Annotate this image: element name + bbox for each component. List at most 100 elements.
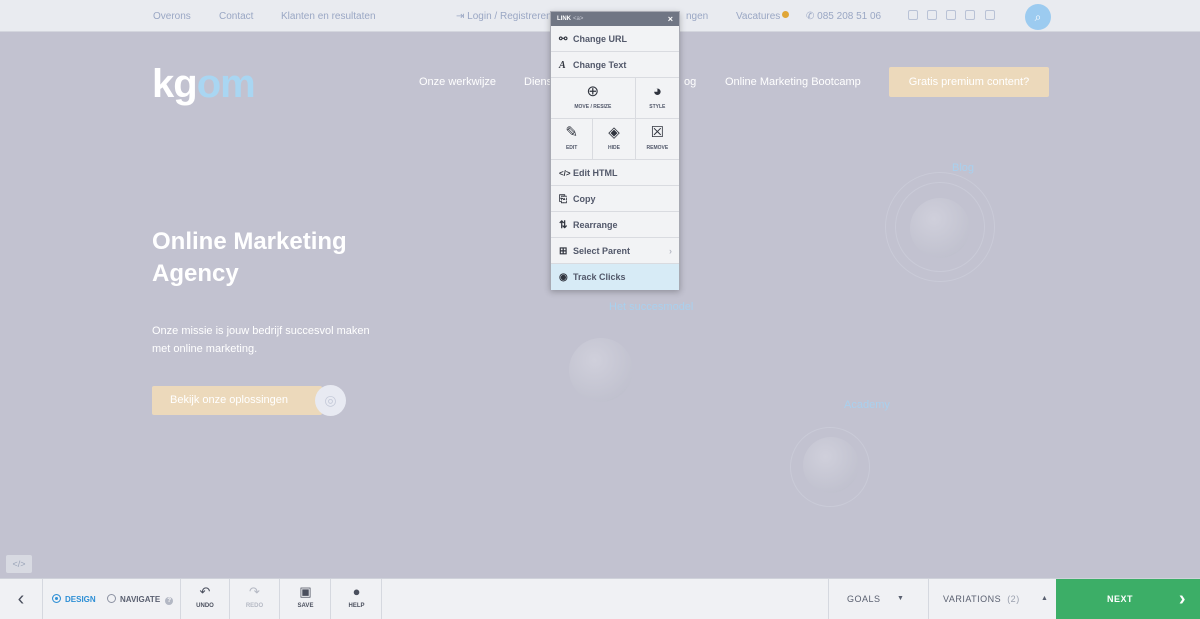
hide-label: HIDE bbox=[608, 145, 620, 151]
topbar-phone[interactable]: ✆ 085 208 51 06 bbox=[806, 11, 881, 22]
element-context-menu: LINK <a> × ⚯ Change URL A Change Text ⊕ MOV… bbox=[550, 11, 680, 290]
menu-item-label: Change URL bbox=[573, 34, 627, 44]
edit-label: EDIT bbox=[565, 145, 578, 151]
menu-item-change-text[interactable]: A Change Text bbox=[551, 52, 679, 78]
search-icon[interactable]: ⌕ bbox=[1025, 4, 1051, 30]
undo-button[interactable]: ↶ UNDO bbox=[180, 579, 230, 619]
menu-item-change-url[interactable]: ⚯ Change URL bbox=[551, 26, 679, 52]
planet-academy bbox=[803, 437, 859, 493]
next-button[interactable]: NEXT › bbox=[1056, 579, 1200, 619]
topbar-vacatures-link[interactable]: Vacatures bbox=[736, 11, 790, 22]
topbar-link-klanten[interactable]: Klanten en resultaten bbox=[281, 11, 376, 22]
vacatures-badge bbox=[782, 11, 790, 18]
label-blog[interactable]: Blog bbox=[952, 162, 974, 174]
redo-button[interactable]: ↷ REDO bbox=[230, 579, 280, 619]
remove-icon: ☒ bbox=[650, 124, 665, 141]
code-toggle-icon[interactable]: </> bbox=[6, 555, 32, 573]
linkedin-icon[interactable] bbox=[985, 10, 995, 20]
link-icon: ⚯ bbox=[559, 34, 568, 45]
editor-toolbar: ‹ DESIGN NAVIGATE? ↶ UNDO ↷ REDO ▣ SAVE … bbox=[0, 578, 1200, 619]
site-logo[interactable]: kgom bbox=[152, 62, 256, 107]
nav-item-werkwijze[interactable]: Onze werkwijze bbox=[419, 76, 496, 88]
nav-item-bootcamp[interactable]: Online Marketing Bootcamp bbox=[725, 76, 861, 88]
vacatures-label: Vacatures bbox=[736, 11, 781, 22]
brush-icon: ✎ bbox=[565, 124, 578, 141]
chevron-right-icon: › bbox=[669, 246, 672, 256]
phone-number: 085 208 51 06 bbox=[817, 11, 882, 22]
menu-remove[interactable]: ☒ REMOVE bbox=[636, 119, 679, 159]
back-chevron-icon[interactable]: ‹ bbox=[0, 579, 43, 619]
hero-solutions-button[interactable]: Bekijk onze oplossingen bbox=[152, 386, 322, 415]
context-menu-header: LINK <a> × bbox=[551, 12, 679, 26]
variations-dropdown[interactable]: VARIATIONS (2) ▲ bbox=[928, 579, 1055, 619]
move-icon: ⊕ bbox=[586, 83, 600, 100]
label-academy[interactable]: Academy bbox=[844, 399, 890, 411]
copy-icon: ⎘ bbox=[559, 194, 567, 205]
goals-label: GOALS bbox=[847, 594, 881, 604]
logo-om: om bbox=[196, 62, 256, 106]
caret-down-icon: ▼ bbox=[897, 595, 905, 602]
topbar-link-overons[interactable]: Overons bbox=[153, 11, 191, 22]
youtube-icon[interactable] bbox=[965, 10, 975, 20]
rearrange-icon: ⇅ bbox=[559, 220, 568, 231]
hero-title: Online Marketing Agency bbox=[152, 228, 347, 287]
context-menu-title: LINK bbox=[557, 16, 571, 22]
caret-up-icon: ▲ bbox=[1041, 595, 1049, 602]
mouse-icon: ◉ bbox=[559, 272, 568, 283]
text-icon: A bbox=[559, 60, 566, 71]
menu-style[interactable]: ◕ STYLE bbox=[636, 78, 679, 118]
menu-item-track-clicks[interactable]: ◉ Track Clicks bbox=[551, 264, 679, 290]
topbar-link-contact[interactable]: Contact bbox=[219, 11, 253, 22]
menu-grid-row-2: ✎ EDIT ◈ HIDE ☒ REMOVE bbox=[551, 119, 679, 160]
hero-subtitle: Onze missie is jouw bedrijf succesvol ma… bbox=[152, 325, 370, 355]
topbar-login-link[interactable]: ⇥ Login / Registreren bbox=[456, 11, 552, 22]
next-label: NEXT bbox=[1107, 594, 1134, 604]
logo-kg: kg bbox=[152, 62, 198, 106]
topbar-partial-link[interactable]: ngen bbox=[686, 11, 708, 22]
variations-count: (2) bbox=[1007, 594, 1020, 604]
label-succesmodel[interactable]: Het succesmodel bbox=[609, 301, 693, 313]
mode-navigate[interactable]: NAVIGATE? bbox=[107, 594, 174, 605]
menu-item-label: Rearrange bbox=[573, 220, 618, 230]
planet-succesmodel bbox=[569, 338, 633, 402]
premium-content-button[interactable]: Gratis premium content? bbox=[889, 67, 1049, 97]
variations-label: VARIATIONS bbox=[943, 594, 1002, 604]
eye-off-icon: ◈ bbox=[608, 124, 620, 141]
undo-label: UNDO bbox=[196, 603, 214, 609]
mode-navigate-label: NAVIGATE bbox=[120, 595, 161, 604]
menu-item-label: Track Clicks bbox=[573, 272, 626, 282]
code-icon: </> bbox=[559, 169, 571, 178]
save-label: SAVE bbox=[297, 603, 314, 609]
menu-item-copy[interactable]: ⎘ Copy bbox=[551, 186, 679, 212]
menu-hide[interactable]: ◈ HIDE bbox=[593, 119, 636, 159]
help-button[interactable]: ● HELP bbox=[332, 579, 382, 619]
redo-icon: ↷ bbox=[249, 584, 260, 599]
instagram-icon[interactable] bbox=[927, 10, 937, 20]
menu-edit[interactable]: ✎ EDIT bbox=[551, 119, 594, 159]
nav-item-blog[interactable]: og bbox=[684, 76, 696, 88]
close-icon[interactable]: × bbox=[668, 12, 673, 26]
hero-button-circle-icon[interactable]: ◎ bbox=[315, 385, 346, 416]
radio-on-icon bbox=[52, 594, 61, 603]
style-label: STYLE bbox=[649, 104, 666, 110]
hierarchy-icon: ⊞ bbox=[559, 246, 568, 257]
help-label: HELP bbox=[348, 603, 365, 609]
save-button[interactable]: ▣ SAVE bbox=[281, 579, 331, 619]
facebook-icon[interactable] bbox=[908, 10, 918, 20]
menu-item-select-parent[interactable]: ⊞ Select Parent › bbox=[551, 238, 679, 264]
menu-item-label: Edit HTML bbox=[573, 168, 618, 178]
menu-item-rearrange[interactable]: ⇅ Rearrange bbox=[551, 212, 679, 238]
goals-dropdown[interactable]: GOALS ▼ bbox=[828, 579, 928, 619]
menu-move-resize[interactable]: ⊕ MOVE / RESIZE bbox=[551, 78, 636, 118]
menu-item-edit-html[interactable]: </> Edit HTML bbox=[551, 160, 679, 186]
context-menu-tag: <a> bbox=[573, 16, 584, 22]
chevron-right-icon: › bbox=[1178, 588, 1186, 610]
save-icon: ▣ bbox=[299, 584, 312, 599]
info-icon[interactable]: ? bbox=[165, 597, 174, 605]
topbar-login-label: Login / Registreren bbox=[467, 11, 552, 22]
twitter-icon[interactable] bbox=[946, 10, 956, 20]
planet-blog bbox=[910, 198, 970, 258]
radio-off-icon bbox=[107, 594, 116, 603]
mode-design[interactable]: DESIGN bbox=[52, 594, 96, 604]
help-icon: ● bbox=[352, 584, 361, 599]
